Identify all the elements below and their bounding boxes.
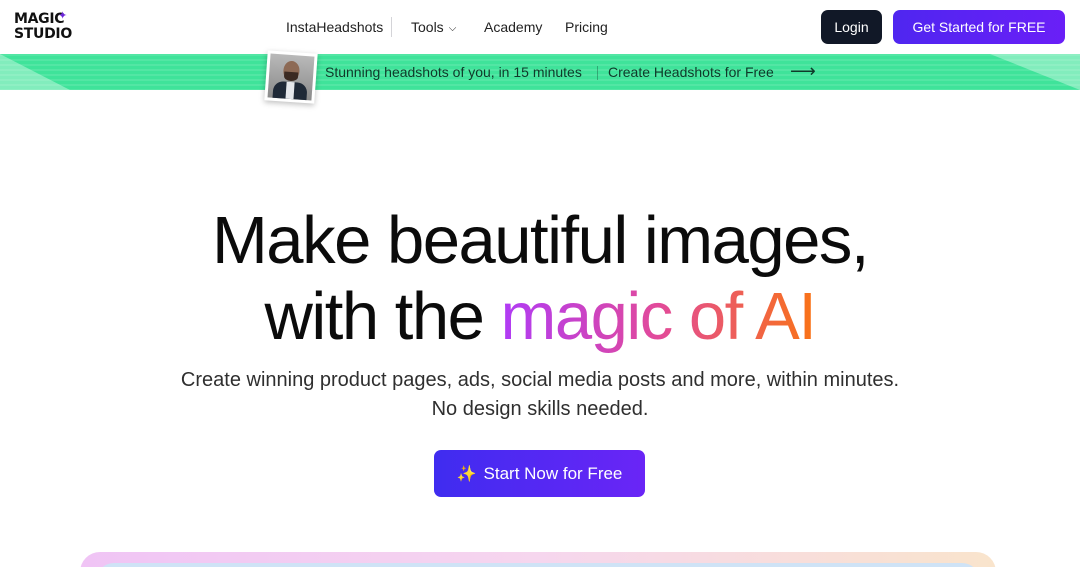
nav-tools-label: Tools — [411, 19, 444, 35]
get-started-button[interactable]: Get Started for FREE — [893, 10, 1065, 44]
header: MAGIC STUDIO ✦ InstaHeadshots Tools ⌵ Aca… — [0, 0, 1080, 54]
photo-shirt — [285, 81, 295, 101]
arrow-right-icon[interactable]: ⟶ — [790, 62, 816, 80]
photo-beard — [283, 71, 299, 82]
nav-pricing[interactable]: Pricing — [565, 18, 608, 36]
hero-headline-line1: Make beautiful images, — [212, 203, 869, 278]
hero-headline-prefix: with the — [264, 279, 501, 354]
hero-headline-line2: with the magic of AI — [0, 278, 1080, 356]
hero-subtitle-line2: No design skills needed. — [431, 398, 649, 420]
start-now-button[interactable]: ✨ Start Now for Free — [434, 450, 645, 497]
banner-decor-left — [0, 54, 70, 90]
chevron-down-icon: ⌵ — [448, 23, 457, 34]
sparkles-icon: ✨ — [456, 465, 477, 483]
login-button[interactable]: Login — [821, 10, 882, 44]
nav-tools[interactable]: Tools ⌵ — [411, 18, 456, 38]
banner-divider — [597, 66, 598, 80]
preview-card-content — [96, 563, 980, 567]
banner-text: Stunning headshots of you, in 15 minutes — [325, 64, 582, 80]
nav-instaheadshots[interactable]: InstaHeadshots — [286, 18, 383, 36]
banner-decor-right — [990, 54, 1080, 90]
create-headshots-link[interactable]: Create Headshots for Free — [608, 64, 774, 80]
hero-headline-highlight: magic of AI — [500, 279, 817, 354]
start-now-label: Start Now for Free — [483, 463, 623, 483]
headshot-image — [267, 53, 315, 101]
hero-subtitle-line1: Create winning product pages, ads, socia… — [180, 369, 900, 391]
nav-academy[interactable]: Academy — [484, 18, 542, 36]
headshot-photo — [264, 50, 318, 104]
hero-subtitle: Create winning product pages, ads, socia… — [0, 366, 1080, 424]
nav-divider — [391, 17, 392, 37]
